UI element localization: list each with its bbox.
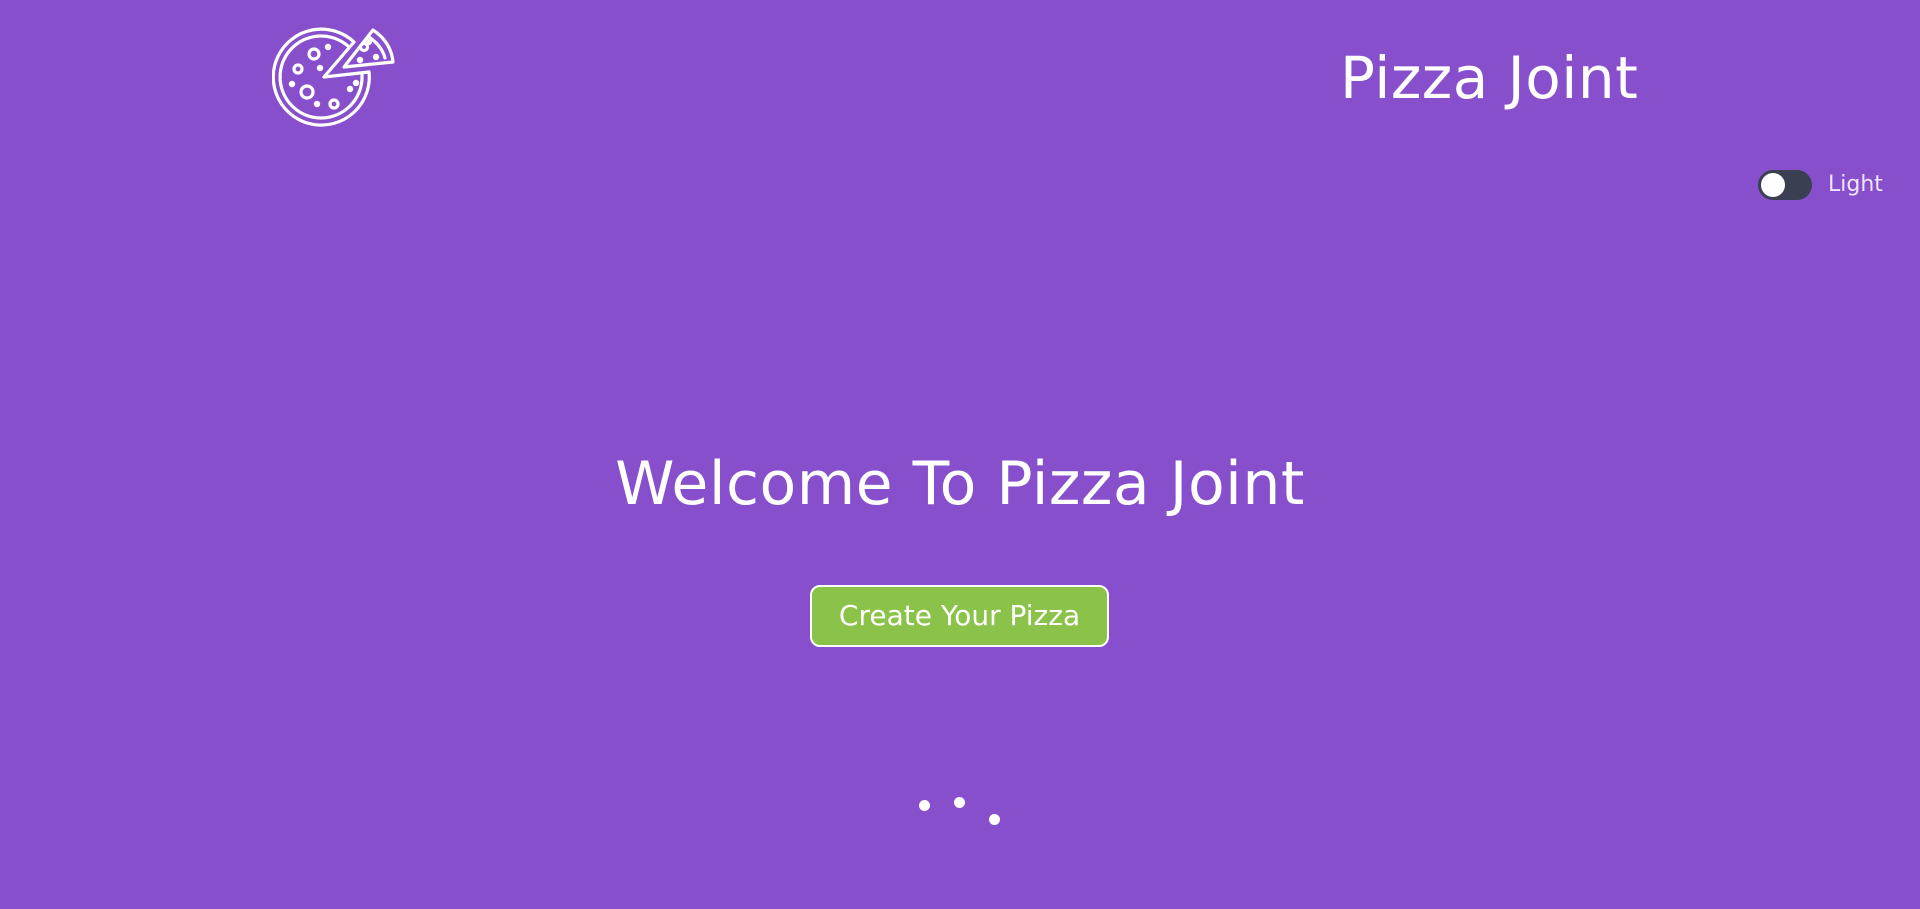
theme-toggle[interactable]: Light bbox=[1758, 170, 1883, 200]
theme-switch-knob bbox=[1761, 173, 1785, 197]
pizza-icon bbox=[272, 27, 395, 127]
theme-label: Light bbox=[1828, 172, 1883, 197]
pizza-logo[interactable] bbox=[272, 25, 396, 130]
site-title: Pizza Joint bbox=[1340, 44, 1639, 112]
welcome-heading: Welcome To Pizza Joint bbox=[615, 449, 1305, 519]
theme-switch[interactable] bbox=[1758, 170, 1812, 200]
create-pizza-button[interactable]: Create Your Pizza bbox=[810, 585, 1109, 647]
loader-dot bbox=[919, 800, 930, 811]
loader-dot bbox=[954, 797, 965, 808]
loader-dot bbox=[989, 814, 1000, 825]
home-page: Pizza Joint Light Welcome To Pizza Joint… bbox=[0, 0, 1920, 909]
